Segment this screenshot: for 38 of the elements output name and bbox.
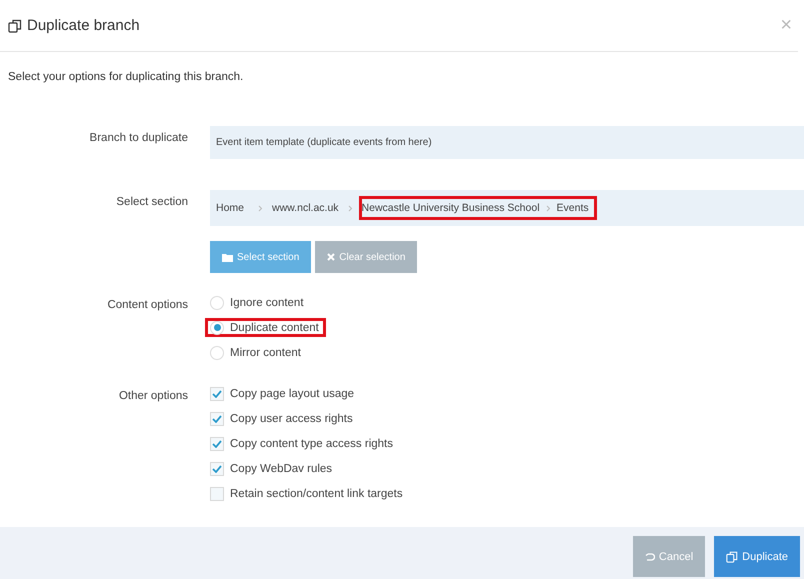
checkbox[interactable] [210, 412, 224, 426]
radio-button[interactable] [210, 346, 224, 360]
breadcrumb-item[interactable]: www.ncl.ac.uk [272, 202, 339, 214]
option-label: Duplicate content [230, 322, 319, 334]
dialog-title: Duplicate branch [27, 17, 140, 34]
checkbox[interactable] [210, 386, 224, 400]
option-label: Copy user access rights [230, 412, 353, 424]
intro-text: Select your options for duplicating this branch. [7, 70, 244, 85]
branch-field: Event item template (duplicate events from here) [210, 126, 804, 159]
option-label: Copy WebDav rules [230, 462, 332, 474]
cancel-button[interactable]: Cancel [632, 536, 706, 577]
copy-icon [8, 18, 22, 32]
field-label: Other options [118, 389, 188, 404]
chevron-icon [348, 204, 353, 212]
field-label: Branch to duplicate [88, 131, 188, 146]
undo-icon [644, 552, 655, 562]
field-label: Select section [115, 195, 188, 210]
checkbox[interactable] [210, 486, 224, 500]
chevron-icon [546, 204, 551, 212]
option-label: Retain section/content link targets [230, 488, 403, 500]
folder-icon [222, 252, 233, 262]
radio-button[interactable] [210, 296, 224, 310]
field-label: Content options [106, 298, 188, 313]
select-section-button[interactable]: Select section [210, 241, 312, 273]
option-label: Copy content type access rights [230, 438, 393, 450]
option-label: Mirror content [230, 346, 301, 358]
clear-selection-button[interactable]: Clear selection [315, 241, 418, 273]
breadcrumb-item[interactable]: Home [216, 202, 244, 214]
chevron-icon [258, 204, 264, 212]
option-label: Copy page layout usage [230, 388, 354, 400]
option-label: Ignore content [230, 296, 304, 308]
duplicate-button[interactable]: Duplicate [714, 536, 800, 577]
copy-icon [726, 550, 738, 562]
checkbox[interactable] [210, 462, 224, 476]
radio-button[interactable] [210, 320, 224, 334]
checkbox[interactable] [210, 436, 224, 450]
close-button[interactable]: × [780, 14, 792, 37]
close-icon [327, 253, 336, 261]
